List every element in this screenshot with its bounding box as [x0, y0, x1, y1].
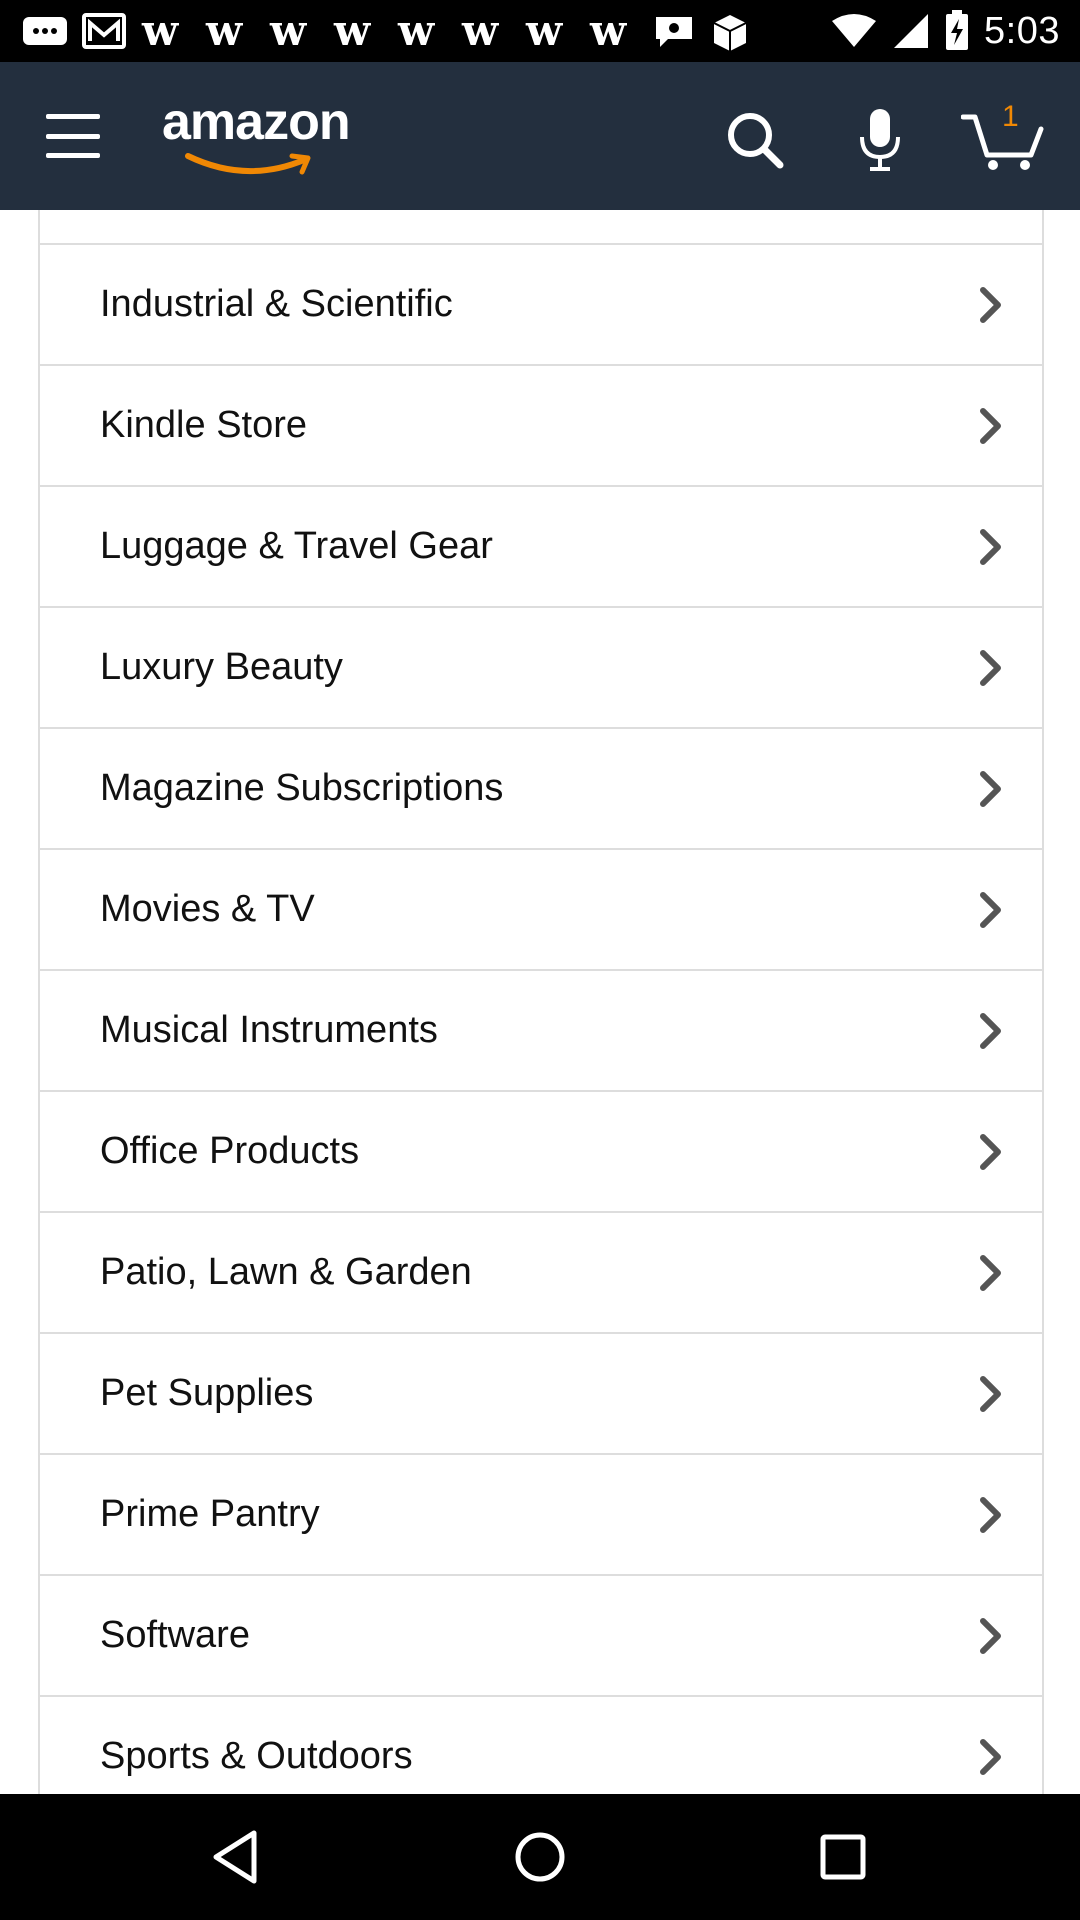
wifi-icon [832, 14, 877, 47]
chevron-right-icon [980, 770, 1001, 807]
chevron-right-icon [980, 891, 1001, 928]
w-app-icon: w [525, 13, 563, 49]
category-label: Office Products [100, 1130, 360, 1172]
chevron-right-icon [980, 407, 1001, 444]
chevron-right-icon [980, 1133, 1001, 1170]
chevron-right-icon [980, 1738, 1001, 1775]
category-label: Software [100, 1614, 250, 1656]
chevron-right-icon [980, 1375, 1001, 1412]
home-icon [515, 1832, 565, 1882]
svg-text:w: w [141, 13, 179, 49]
category-label: Pet Supplies [100, 1372, 314, 1414]
svg-text:w: w [333, 13, 371, 49]
svg-text:w: w [397, 13, 435, 49]
category-label: Luxury Beauty [100, 646, 343, 688]
microphone-icon [860, 109, 900, 171]
category-item[interactable]: Industrial & Scientific [40, 245, 1042, 366]
back-icon [213, 1830, 257, 1884]
category-item[interactable]: Pet Supplies [40, 1334, 1042, 1455]
category-label: Kindle Store [100, 404, 308, 446]
chevron-right-icon [980, 528, 1001, 565]
svg-text:w: w [589, 13, 627, 49]
chevron-right-icon [980, 1012, 1001, 1049]
w-app-icon: w [397, 13, 435, 49]
chat-bubble-icon [656, 17, 692, 47]
category-label: Prime Pantry [100, 1493, 320, 1535]
category-item[interactable]: Magazine Subscriptions [40, 729, 1042, 850]
recents-button[interactable] [808, 1822, 878, 1892]
category-item[interactable]: Software [40, 1576, 1042, 1697]
list-item-partial [40, 210, 1042, 245]
menu-bar-line [46, 114, 100, 119]
smile-arrow-icon [185, 153, 311, 175]
app-header: amazon 1 [0, 62, 1080, 210]
svg-text:w: w [205, 13, 243, 49]
w-app-icon: w [589, 13, 627, 49]
category-item[interactable]: Prime Pantry [40, 1455, 1042, 1576]
chevron-right-icon [980, 1496, 1001, 1533]
svg-text:w: w [461, 13, 499, 49]
category-label: Luggage & Travel Gear [100, 525, 493, 567]
svg-text:w: w [269, 13, 307, 49]
navigation-bar [0, 1794, 1080, 1920]
category-item[interactable]: Musical Instruments [40, 971, 1042, 1092]
category-item[interactable]: Luggage & Travel Gear [40, 487, 1042, 608]
home-button[interactable] [505, 1822, 575, 1892]
w-app-icon: w [461, 13, 499, 49]
back-button[interactable] [200, 1822, 270, 1892]
svg-text:w: w [525, 13, 563, 49]
recents-icon [820, 1834, 866, 1880]
package-icon [713, 15, 747, 51]
cell-signal-icon [894, 14, 929, 48]
clock: 5:03 [984, 9, 1060, 52]
w-app-icon: w [205, 13, 243, 49]
category-item[interactable]: Movies & TV [40, 850, 1042, 971]
notification-icon [23, 17, 67, 45]
category-label: Sports & Outdoors [100, 1735, 413, 1777]
chevron-right-icon [980, 1254, 1001, 1291]
battery-charging-icon [946, 10, 969, 50]
w-app-icon: w [269, 13, 307, 49]
logo-text: amazon [162, 93, 351, 151]
voice-search-button[interactable] [840, 100, 920, 180]
category-label: Musical Instruments [100, 1009, 438, 1051]
amazon-logo[interactable]: amazon [162, 92, 362, 192]
w-app-icon: w [333, 13, 371, 49]
category-label: Magazine Subscriptions [100, 767, 504, 809]
category-item[interactable]: Patio, Lawn & Garden [40, 1213, 1042, 1334]
category-item[interactable]: Sports & Outdoors [40, 1697, 1042, 1794]
category-label: Industrial & Scientific [100, 283, 453, 325]
chevron-right-icon [980, 286, 1001, 323]
category-list: Industrial & Scientific Kindle Store Lugga… [38, 210, 1044, 1794]
cart-button[interactable]: 1 [958, 100, 1048, 180]
status-bar: w w w w w w w w 5:03 [0, 0, 1080, 62]
category-label: Movies & TV [100, 888, 315, 930]
search-button[interactable] [715, 100, 795, 180]
category-item[interactable]: Kindle Store [40, 366, 1042, 487]
menu-bar-line [46, 153, 100, 158]
search-icon [728, 113, 784, 169]
w-app-icon: w [141, 13, 179, 49]
category-item[interactable]: Office Products [40, 1092, 1042, 1213]
gmail-icon [82, 13, 126, 49]
system-icons: 5:03 [830, 8, 1060, 54]
cart-count-badge: 1 [1002, 100, 1019, 133]
hamburger-menu-button[interactable] [40, 108, 106, 164]
chevron-right-icon [980, 1617, 1001, 1654]
category-item[interactable]: Luxury Beauty [40, 608, 1042, 729]
chevron-right-icon [980, 649, 1001, 686]
category-label: Patio, Lawn & Garden [100, 1251, 472, 1293]
notification-icons: w w w w w w w w [22, 8, 750, 54]
menu-bar-line [46, 133, 100, 139]
